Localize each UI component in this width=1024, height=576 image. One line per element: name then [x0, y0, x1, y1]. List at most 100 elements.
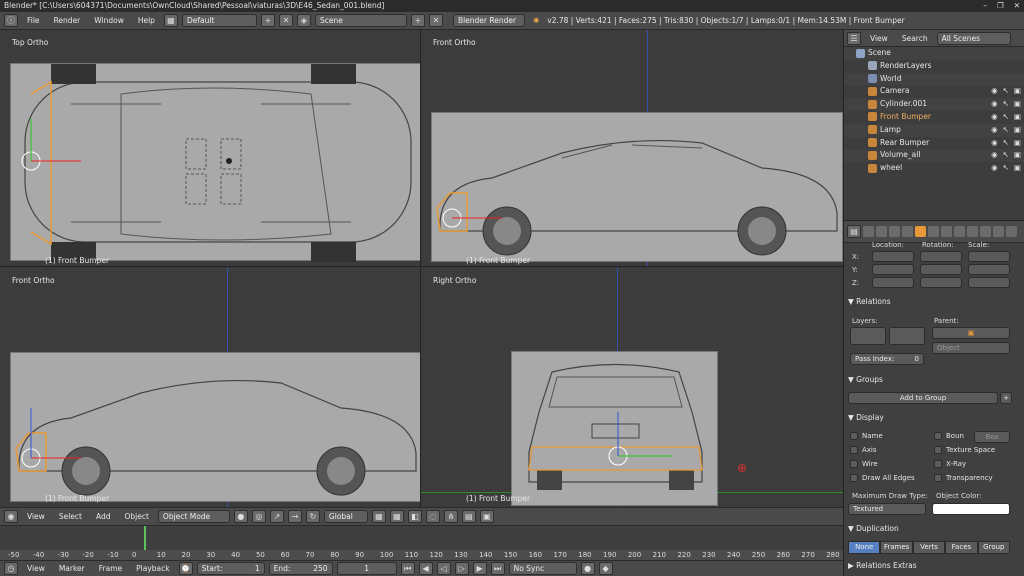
- duplication-option-none[interactable]: None: [848, 541, 881, 554]
- outliner-item[interactable]: Cylinder.001 ◉ ↖ ▣: [844, 98, 1024, 111]
- menu-help[interactable]: Help: [133, 16, 160, 25]
- object-tab-icon[interactable]: [915, 226, 926, 237]
- texture-tab-icon[interactable]: [980, 226, 991, 237]
- display-option-checkbox[interactable]: X-Ray: [934, 460, 966, 468]
- menu-object[interactable]: Object: [119, 512, 153, 521]
- visibility-eye-icon[interactable]: ◉: [991, 162, 998, 175]
- lock-layers-icon[interactable]: ◧: [407, 510, 422, 523]
- menu-render[interactable]: Render: [49, 16, 86, 25]
- scene-layers-grid-b[interactable]: [889, 327, 925, 345]
- display-option-checkbox[interactable]: Draw All Edges: [850, 474, 915, 482]
- outliner-item[interactable]: Front Bumper ◉ ↖ ▣: [844, 111, 1024, 124]
- visibility-eye-icon[interactable]: ◉: [991, 149, 998, 162]
- keyset-icon[interactable]: ◆: [598, 562, 613, 575]
- display-option-checkbox[interactable]: Name: [850, 432, 883, 440]
- outliner-item[interactable]: Rear Bumper ◉ ↖ ▣: [844, 137, 1024, 150]
- sync-dropdown[interactable]: No Sync: [508, 562, 577, 575]
- outliner-item[interactable]: Camera ◉ ↖ ▣: [844, 85, 1024, 98]
- parent-type-dropdown[interactable]: Object: [932, 342, 1010, 354]
- duplication-option-group[interactable]: Group: [977, 541, 1011, 554]
- pass-index-field[interactable]: Pass Index: 0: [850, 353, 924, 365]
- render-camera-icon[interactable]: ▣: [1014, 149, 1021, 162]
- display-option-checkbox[interactable]: Texture Space: [934, 446, 995, 454]
- layout-add-icon[interactable]: +: [260, 14, 275, 27]
- select-arrow-icon[interactable]: ↖: [1003, 149, 1009, 162]
- groups-section-header[interactable]: ▼ Groups: [848, 375, 1018, 384]
- transform-lock-toggle[interactable]: [920, 251, 962, 262]
- menu-marker[interactable]: Marker: [54, 564, 90, 573]
- transform-lock-toggle[interactable]: [920, 277, 962, 288]
- viewport-top-left[interactable]: Top Ortho (1) Front Bumper: [0, 30, 421, 267]
- display-option-checkbox[interactable]: Axis: [850, 446, 877, 454]
- transform-lock-toggle[interactable]: [872, 264, 914, 275]
- 3d-cursor-icon[interactable]: ⊕: [737, 461, 747, 475]
- select-arrow-icon[interactable]: ↖: [1003, 111, 1009, 124]
- outliner-menu-view[interactable]: View: [865, 34, 893, 43]
- bounds-type-dropdown[interactable]: Box: [974, 431, 1010, 443]
- visibility-eye-icon[interactable]: ◉: [991, 111, 998, 124]
- transform-lock-toggle[interactable]: [968, 264, 1010, 275]
- layers-tab-icon[interactable]: [876, 226, 887, 237]
- play-reverse-icon[interactable]: ◁: [436, 562, 451, 575]
- data-tab-icon[interactable]: [954, 226, 965, 237]
- visibility-eye-icon[interactable]: ◉: [991, 124, 998, 137]
- render-engine-dropdown[interactable]: Blender Render: [452, 14, 525, 27]
- menu-file[interactable]: File: [22, 16, 45, 25]
- add-group-plus-button[interactable]: +: [1000, 392, 1012, 404]
- scene-tab-icon[interactable]: [889, 226, 900, 237]
- duplication-option-faces[interactable]: Faces: [945, 541, 978, 554]
- jump-start-icon[interactable]: ⏮: [400, 562, 415, 575]
- next-key-icon[interactable]: ▶: [472, 562, 487, 575]
- visibility-eye-icon[interactable]: ◉: [991, 137, 998, 150]
- layout-dropdown[interactable]: Default: [181, 14, 257, 27]
- viewport-bottom-left[interactable]: Front Ortho (1) Front Bumper: [0, 268, 421, 507]
- snap-icon[interactable]: ⋔: [443, 510, 458, 523]
- menu-frame[interactable]: Frame: [94, 564, 127, 573]
- pivot-icon[interactable]: ◎: [251, 510, 266, 523]
- parent-field[interactable]: ▣: [932, 327, 1010, 339]
- play-icon[interactable]: ▷: [454, 562, 469, 575]
- timeline-editor-icon[interactable]: ◷: [4, 562, 18, 575]
- record-icon[interactable]: ●: [580, 562, 595, 575]
- outliner-item[interactable]: Lamp ◉ ↖ ▣: [844, 123, 1024, 137]
- start-frame-field[interactable]: Start: 1: [196, 562, 265, 575]
- display-section-header[interactable]: ▼ Display: [848, 413, 1018, 422]
- menu-view[interactable]: View: [22, 512, 50, 521]
- display-option-checkbox[interactable]: Wire: [850, 460, 878, 468]
- render-preview-icon[interactable]: ▣: [479, 510, 494, 523]
- snap-target-icon[interactable]: ▤: [461, 510, 476, 523]
- viewport-top-right[interactable]: Front Ortho (1) Front Bumper: [421, 30, 843, 267]
- manipulator-icon[interactable]: ↗: [269, 510, 284, 523]
- physics-tab-icon[interactable]: [1006, 226, 1017, 237]
- duplication-section-header[interactable]: ▼ Duplication: [848, 524, 1018, 533]
- relations-extras-section-header[interactable]: ▶ Relations Extras: [848, 561, 1018, 570]
- scene-icon[interactable]: ◈: [296, 14, 311, 27]
- menu-playback[interactable]: Playback: [131, 564, 174, 573]
- menu-window[interactable]: Window: [89, 16, 129, 25]
- particles-tab-icon[interactable]: [993, 226, 1004, 237]
- scene-dropdown[interactable]: Scene: [314, 14, 407, 27]
- select-arrow-icon[interactable]: ↖: [1003, 124, 1009, 137]
- outliner-filter-dropdown[interactable]: All Scenes: [936, 31, 1011, 45]
- menu-select[interactable]: Select: [54, 512, 87, 521]
- select-arrow-icon[interactable]: ↖: [1003, 85, 1009, 98]
- layout-icon[interactable]: ▦: [163, 14, 178, 27]
- editor-type-icon[interactable]: ⓘ: [4, 14, 18, 27]
- current-frame-field[interactable]: 1: [336, 562, 397, 575]
- orientation-dropdown[interactable]: Global: [323, 510, 368, 523]
- object-color-swatch[interactable]: [932, 503, 1010, 515]
- render-camera-icon[interactable]: ▣: [1014, 124, 1021, 137]
- transform-lock-toggle[interactable]: [872, 277, 914, 288]
- end-frame-field[interactable]: End: 250: [268, 562, 333, 575]
- minimize-button[interactable]: –: [983, 0, 987, 12]
- properties-editor-icon[interactable]: ▤: [847, 225, 861, 238]
- proportional-edit-icon[interactable]: ◌: [425, 510, 440, 523]
- outliner-item[interactable]: wheel ◉ ↖ ▣: [844, 162, 1024, 175]
- layers2-icon[interactable]: ▦: [389, 510, 404, 523]
- scene-add-icon[interactable]: +: [410, 14, 425, 27]
- visibility-eye-icon[interactable]: ◉: [991, 98, 998, 111]
- outliner-item[interactable]: Scene: [844, 47, 1024, 60]
- outliner-item[interactable]: World: [844, 72, 1024, 86]
- mode-dropdown[interactable]: Object Mode: [157, 510, 230, 523]
- render-tab-icon[interactable]: [863, 226, 874, 237]
